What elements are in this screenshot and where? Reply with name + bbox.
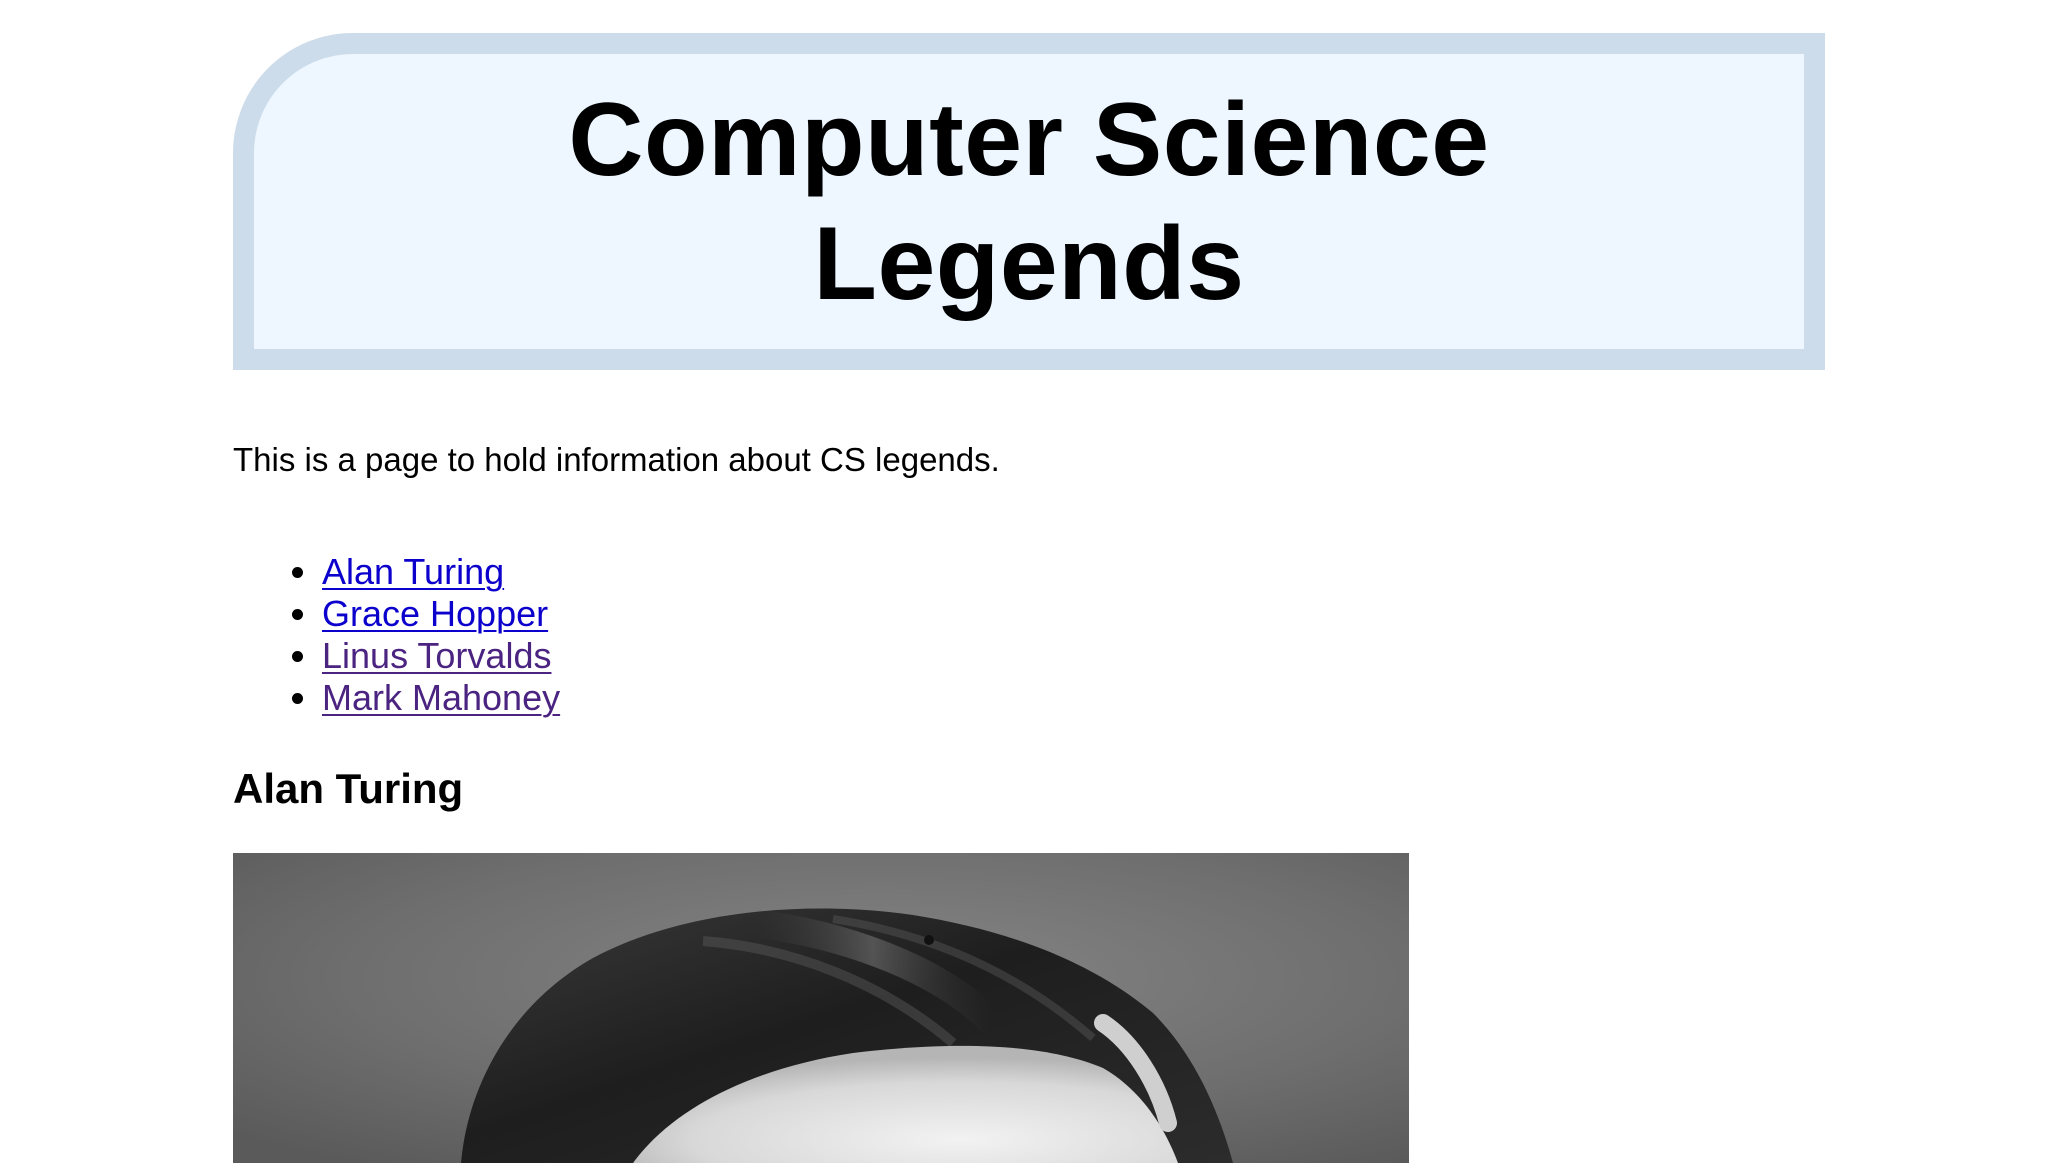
list-item: Linus Torvalds — [292, 635, 560, 677]
list-item: Grace Hopper — [292, 593, 560, 635]
bullet-dot-icon — [292, 609, 303, 620]
page-content: Computer Science Legends This is a page … — [233, 33, 1825, 1163]
legend-link-list: Alan Turing Grace Hopper Linus Torvalds … — [233, 551, 560, 719]
list-item: Alan Turing — [292, 551, 560, 593]
list-item: Mark Mahoney — [292, 677, 560, 719]
portrait-photo — [233, 853, 1409, 1163]
link-linus-torvalds[interactable]: Linus Torvalds — [322, 635, 551, 676]
bullet-dot-icon — [292, 567, 303, 578]
link-alan-turing[interactable]: Alan Turing — [322, 551, 504, 592]
header-banner: Computer Science Legends — [233, 33, 1825, 370]
bullet-dot-icon — [292, 693, 303, 704]
section-heading-alan-turing: Alan Turing — [233, 765, 464, 812]
intro-text: This is a page to hold information about… — [233, 441, 1000, 478]
link-mark-mahoney[interactable]: Mark Mahoney — [322, 677, 560, 718]
page-title: Computer Science Legends — [568, 81, 1490, 322]
link-grace-hopper[interactable]: Grace Hopper — [322, 593, 548, 634]
bullet-dot-icon — [292, 651, 303, 662]
